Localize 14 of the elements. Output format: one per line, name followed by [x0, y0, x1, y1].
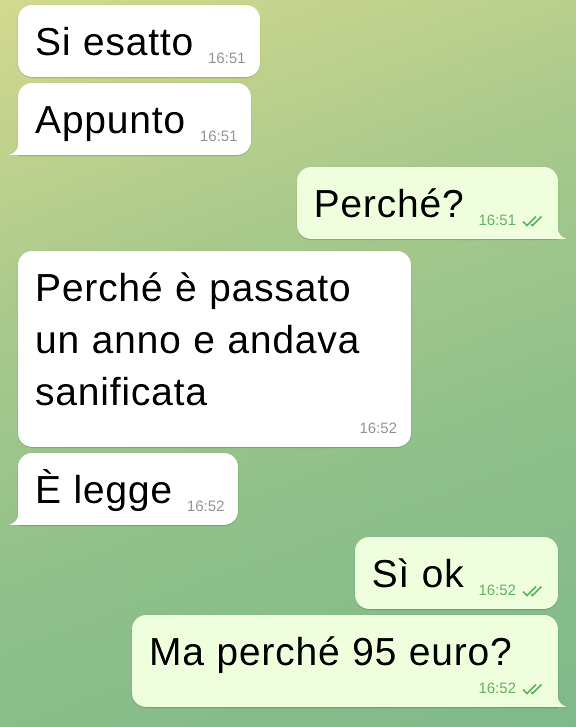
message-text: Sì ok: [372, 552, 464, 598]
message-time: 16:52: [478, 581, 516, 601]
message-time: 16:51: [200, 127, 238, 147]
message-text: Ma perché 95 euro?: [149, 630, 514, 676]
message-text: Perché è passato un anno e andava sanificata: [35, 266, 362, 416]
message-text: Appunto: [35, 98, 186, 144]
message-text: È legge: [35, 468, 173, 514]
message-time: 16:51: [478, 211, 516, 231]
message-time: 16:52: [478, 679, 516, 699]
message-time: 16:52: [186, 497, 224, 517]
message-time: 16:51: [208, 49, 246, 69]
message-text: Perché?: [314, 182, 464, 228]
message-text: Si esatto: [35, 20, 194, 66]
message-time: 16:52: [359, 419, 397, 439]
